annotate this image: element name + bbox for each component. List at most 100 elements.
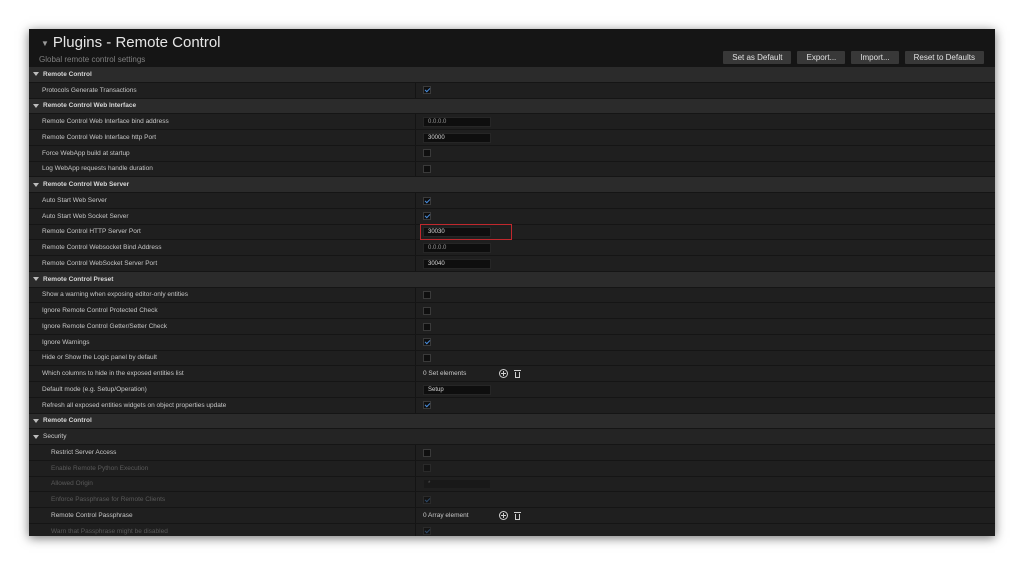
trash-icon[interactable] (514, 511, 521, 520)
property-row: Remote Control Websocket Bind Address 0.… (29, 240, 995, 256)
web-interface-bind-address-field[interactable]: 0.0.0.0 (423, 116, 491, 127)
reset-to-defaults-button[interactable]: Reset to Defaults (904, 51, 984, 64)
category-preset[interactable]: Remote Control Preset (29, 271, 995, 288)
auto-start-web-server-checkbox[interactable] (423, 196, 431, 205)
expand-arrow-icon[interactable] (33, 72, 39, 77)
editor-only-warning-checkbox[interactable] (423, 291, 431, 299)
column-divider[interactable] (415, 523, 416, 536)
settings-header: ▼ Plugins - Remote Control Global remote … (29, 29, 995, 67)
property-row: Default mode (e.g. Setup/Operation) Setu… (29, 382, 995, 398)
add-element-icon[interactable] (499, 511, 508, 520)
column-divider[interactable] (415, 397, 416, 413)
refresh-widgets-checkbox[interactable] (423, 401, 431, 410)
property-row: Allowed Origin * (29, 476, 995, 493)
column-divider[interactable] (415, 334, 416, 350)
expand-arrow-icon[interactable] (33, 434, 39, 439)
property-row: Log WebApp requests handle duration (29, 161, 995, 178)
property-row: Auto Start Web Server (29, 193, 995, 209)
force-webapp-build-checkbox[interactable] (423, 149, 431, 158)
subcategory-security[interactable]: Security (29, 429, 995, 445)
expand-arrow-icon[interactable] (33, 418, 39, 423)
category-web-server[interactable]: Remote Control Web Server (29, 177, 995, 193)
ignore-warnings-checkbox[interactable] (423, 338, 431, 347)
enforce-passphrase-checkbox (423, 495, 431, 504)
remote-python-execution-checkbox (423, 464, 431, 473)
property-row: Ignore Remote Control Getter/Setter Chec… (29, 319, 995, 335)
column-divider[interactable] (415, 508, 416, 523)
property-row: Protocols Generate Transactions (29, 82, 995, 99)
column-divider[interactable] (415, 208, 416, 224)
property-row: Hide or Show the Logic panel by default (29, 350, 995, 367)
websocket-server-port-field[interactable]: 30040 (423, 258, 491, 269)
column-divider[interactable] (415, 130, 416, 145)
category-remote-control[interactable]: Remote Control (29, 413, 995, 430)
property-label: Remote Control Websocket Bind Address (42, 244, 162, 252)
page-title[interactable]: ▼ Plugins - Remote Control (41, 34, 221, 51)
http-server-port-field[interactable]: 30030 (423, 227, 491, 237)
column-divider[interactable] (415, 382, 416, 397)
property-label: Ignore Remote Control Getter/Setter Chec… (42, 322, 168, 330)
default-mode-field[interactable]: Setup (423, 384, 491, 395)
set-as-default-button[interactable]: Set as Default (723, 51, 792, 64)
export-button[interactable]: Export... (797, 51, 846, 64)
column-divider[interactable] (415, 460, 416, 476)
column-divider[interactable] (415, 492, 416, 507)
log-webapp-requests-checkbox[interactable] (423, 165, 431, 173)
property-label: Warn that Passphrase might be disabled (51, 527, 168, 535)
column-divider[interactable] (415, 145, 416, 161)
property-list: Remote Control Protocols Generate Transa… (29, 67, 995, 536)
expand-arrow-icon[interactable] (33, 277, 39, 282)
column-divider[interactable] (415, 240, 416, 255)
property-label: Enable Remote Python Execution (51, 464, 149, 472)
property-label: Enforce Passphrase for Remote Clients (51, 496, 166, 504)
column-divider[interactable] (415, 350, 416, 366)
import-button[interactable]: Import... (851, 51, 899, 64)
expand-arrow-icon[interactable] (33, 182, 39, 187)
property-row: Show a warning when exposing editor-only… (29, 287, 995, 304)
array-elements-count: 0 Array element (423, 512, 469, 519)
property-label: Hide or Show the Logic panel by default (42, 354, 157, 362)
category-title: Remote Control Preset (43, 275, 114, 283)
ignore-getter-setter-checkbox[interactable] (423, 322, 431, 331)
category-remote-control[interactable]: Remote Control (29, 67, 995, 83)
column-divider[interactable] (415, 366, 416, 381)
web-interface-http-port-field[interactable]: 30000 (423, 132, 491, 143)
auto-start-web-socket-server-checkbox[interactable] (423, 212, 431, 221)
property-label: Force WebApp build at startup (42, 149, 130, 157)
column-divider[interactable] (415, 256, 416, 271)
column-divider[interactable] (415, 161, 416, 177)
property-label: Default mode (e.g. Setup/Operation) (42, 385, 147, 393)
category-web-interface[interactable]: Remote Control Web Interface (29, 98, 995, 115)
header-buttons: Set as Default Export... Import... Reset… (717, 51, 984, 64)
restrict-server-access-checkbox[interactable] (423, 448, 431, 457)
warn-passphrase-disabled-checkbox (423, 527, 431, 536)
column-divider[interactable] (415, 193, 416, 208)
collapse-arrow-icon[interactable]: ▼ (41, 39, 49, 48)
property-label: Remote Control Web Interface bind addres… (42, 118, 169, 126)
column-divider[interactable] (415, 319, 416, 334)
column-divider[interactable] (415, 476, 416, 492)
subcategory-title: Security (43, 433, 67, 441)
column-divider[interactable] (415, 224, 416, 240)
protocols-generate-transactions-checkbox[interactable] (423, 86, 431, 95)
expand-arrow-icon[interactable] (33, 103, 39, 108)
property-row: Remote Control Web Interface bind addres… (29, 114, 995, 130)
column-divider[interactable] (415, 114, 416, 129)
column-divider[interactable] (415, 287, 416, 303)
property-label: Remote Control Web Interface http Port (42, 133, 157, 141)
websocket-bind-address-field[interactable]: 0.0.0.0 (423, 242, 491, 253)
column-divider[interactable] (415, 303, 416, 318)
property-row: Which columns to hide in the exposed ent… (29, 366, 995, 382)
property-row: Remote Control HTTP Server Port 30030 (29, 223, 995, 241)
column-divider[interactable] (415, 445, 416, 460)
property-label: Refresh all exposed entities widgets on … (42, 401, 227, 409)
trash-icon[interactable] (514, 369, 521, 378)
add-element-icon[interactable] (499, 369, 508, 379)
property-label: Remote Control WebSocket Server Port (42, 259, 158, 267)
category-title: Remote Control (43, 70, 92, 78)
ignore-protected-check-checkbox[interactable] (423, 306, 431, 315)
property-label: Allowed Origin (51, 480, 93, 488)
column-divider[interactable] (415, 82, 416, 98)
property-row: Auto Start Web Socket Server (29, 208, 995, 225)
logic-panel-checkbox[interactable] (423, 354, 431, 362)
